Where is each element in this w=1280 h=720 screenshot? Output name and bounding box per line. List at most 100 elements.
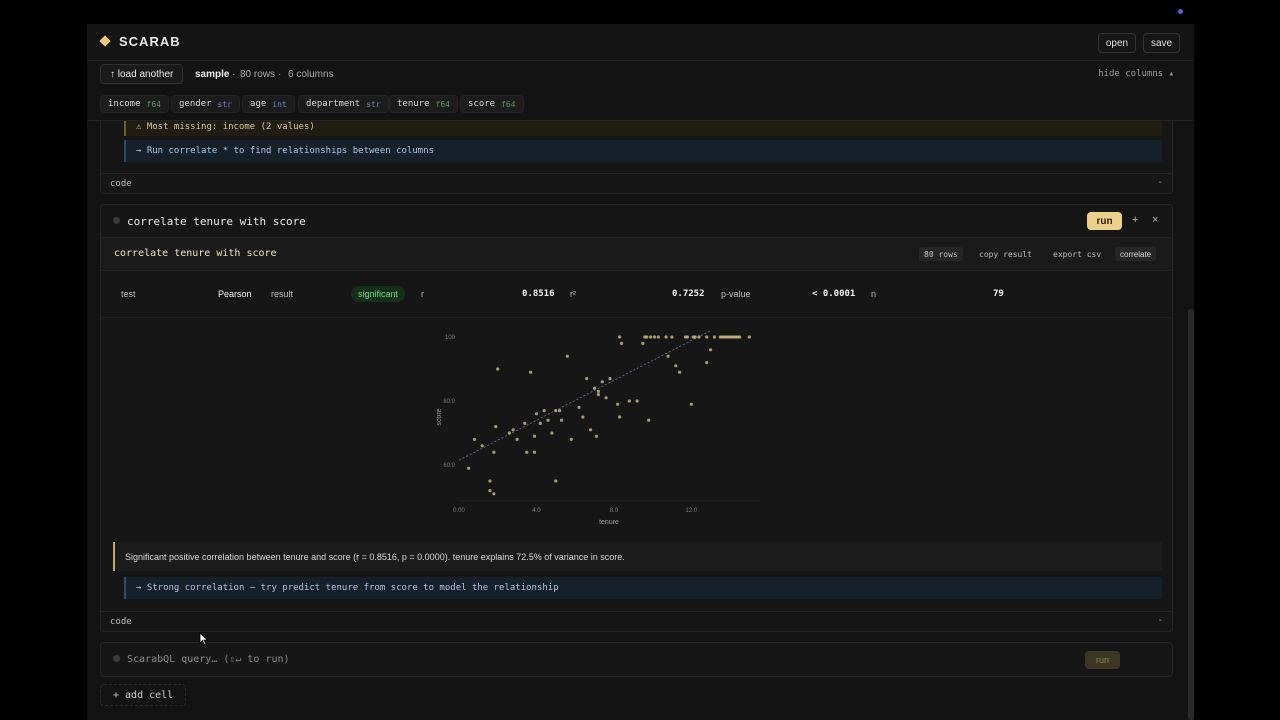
- missing-values-warning: ⚠ Most missing: income (2 values): [124, 121, 1162, 136]
- data-point: [577, 405, 581, 409]
- next-step-hint: → Strong correlation — try predict tenur…: [124, 577, 1162, 599]
- data-point: [647, 418, 651, 422]
- column-chip-tenure[interactable]: tenure f64: [389, 95, 458, 113]
- column-name: income: [108, 99, 141, 109]
- stat-label: test: [121, 289, 136, 299]
- data-point: [674, 364, 678, 368]
- data-point: [523, 421, 527, 425]
- column-name: score: [468, 99, 496, 109]
- data-point: [656, 335, 660, 339]
- data-point: [532, 434, 537, 438]
- column-type: int: [272, 99, 287, 109]
- add-icon[interactable]: +: [1132, 214, 1138, 226]
- data-point: [480, 444, 484, 448]
- cell-header: correlate tenure with score run + ×: [101, 205, 1172, 238]
- scrollbar[interactable]: [1188, 309, 1194, 720]
- column-type: str: [366, 99, 381, 109]
- x-tick-label: 0.00: [453, 508, 465, 514]
- data-point: [697, 335, 701, 339]
- column-type: str: [217, 99, 232, 109]
- correlate-cell: correlate tenure with score run + × corr…: [100, 204, 1173, 632]
- collapse-icon[interactable]: -: [1159, 177, 1162, 188]
- n-value: 79: [993, 289, 1004, 299]
- logo-icon: [99, 35, 111, 47]
- copy-result-button[interactable]: copy result: [974, 247, 1037, 261]
- column-type: f64: [435, 99, 450, 109]
- data-point: [488, 489, 492, 493]
- column-chip-score[interactable]: score f64: [460, 95, 524, 113]
- mouse-cursor-icon: [199, 632, 209, 646]
- y-axis-label: score: [436, 408, 443, 425]
- x-tick-label: 12.0: [685, 508, 697, 514]
- notebook-scroll-area[interactable]: ⚠ Most missing: income (2 values) → Run …: [87, 121, 1194, 720]
- data-point: [738, 335, 742, 339]
- cell-status-dot: [113, 655, 120, 662]
- hide-columns-button[interactable]: hide columns ▴: [1098, 69, 1174, 79]
- data-point: [705, 335, 709, 339]
- data-point: [608, 377, 612, 381]
- data-point: [689, 402, 693, 406]
- rows-badge: 80 rows: [919, 247, 963, 261]
- r2-value: 0.7252: [672, 289, 705, 299]
- data-point: [709, 348, 713, 352]
- export-csv-button[interactable]: export csv: [1048, 247, 1106, 261]
- app-window: SCARAB open save ↑ load another sample ·…: [87, 24, 1194, 720]
- result-type-badge: correlate: [1115, 247, 1157, 261]
- x-tick-label: 8.0: [610, 508, 619, 514]
- data-point: [494, 425, 498, 429]
- stat-label: r²: [570, 289, 576, 299]
- data-point: [581, 415, 585, 419]
- data-point: [538, 421, 542, 425]
- run-button[interactable]: run: [1085, 651, 1120, 669]
- profile-cell: ⚠ Most missing: income (2 values) → Run …: [100, 121, 1173, 194]
- data-point: [546, 418, 550, 422]
- data-point: [559, 418, 564, 422]
- column-type: f64: [146, 99, 161, 109]
- data-point: [496, 367, 500, 371]
- data-point: [652, 335, 657, 339]
- data-point: [649, 335, 653, 339]
- column-name: gender: [179, 99, 212, 109]
- column-chip-income[interactable]: income f64: [100, 95, 169, 113]
- x-tick-label: 4.0: [532, 508, 541, 514]
- cell-query[interactable]: correlate tenure with score: [127, 215, 306, 228]
- significance-badge: significant: [351, 286, 406, 302]
- result-title: correlate tenure with score: [114, 248, 277, 259]
- column-chip-gender[interactable]: gender str: [171, 95, 240, 113]
- data-point: [664, 335, 668, 339]
- code-toggle-row[interactable]: code -: [101, 173, 1172, 194]
- data-point: [616, 402, 620, 406]
- load-another-button[interactable]: ↑ load another: [100, 64, 184, 84]
- code-toggle-row[interactable]: code -: [101, 611, 1172, 632]
- open-button[interactable]: open: [1098, 33, 1136, 53]
- data-point: [511, 428, 515, 432]
- data-point: [666, 354, 670, 358]
- next-step-hint: → Run correlate * to find relationships …: [124, 140, 1162, 162]
- column-type: f64: [501, 99, 516, 109]
- data-point: [619, 341, 624, 345]
- close-icon[interactable]: ×: [1152, 214, 1158, 226]
- column-chip-age[interactable]: age int: [242, 95, 295, 113]
- trend-line: [458, 330, 711, 461]
- query-input[interactable]: ScarabQL query… (⇧↵ to run): [127, 654, 290, 665]
- data-point: [641, 341, 645, 345]
- column-name: department: [306, 99, 361, 109]
- code-label: code: [110, 617, 132, 627]
- app-name: SCARAB: [119, 34, 181, 49]
- save-button[interactable]: save: [1143, 33, 1180, 53]
- r-value: 0.8516: [522, 289, 555, 299]
- data-point: [532, 450, 537, 454]
- stat-label: result: [271, 289, 294, 299]
- run-button[interactable]: run: [1087, 212, 1122, 230]
- dataset-columns: 6 columns: [288, 69, 334, 80]
- data-point: [467, 466, 471, 470]
- collapse-icon[interactable]: -: [1159, 615, 1162, 626]
- y-tick-label: 80.0: [443, 399, 455, 405]
- data-point: [627, 399, 631, 403]
- stats-row: test Pearson result significant r 0.8516…: [101, 271, 1172, 318]
- query-cell: ScarabQL query… (⇧↵ to run) run: [100, 642, 1173, 677]
- column-chip-department[interactable]: department str: [298, 95, 389, 113]
- data-point: [585, 377, 589, 381]
- column-name: tenure: [397, 99, 430, 109]
- add-cell-button[interactable]: + add cell: [100, 684, 187, 706]
